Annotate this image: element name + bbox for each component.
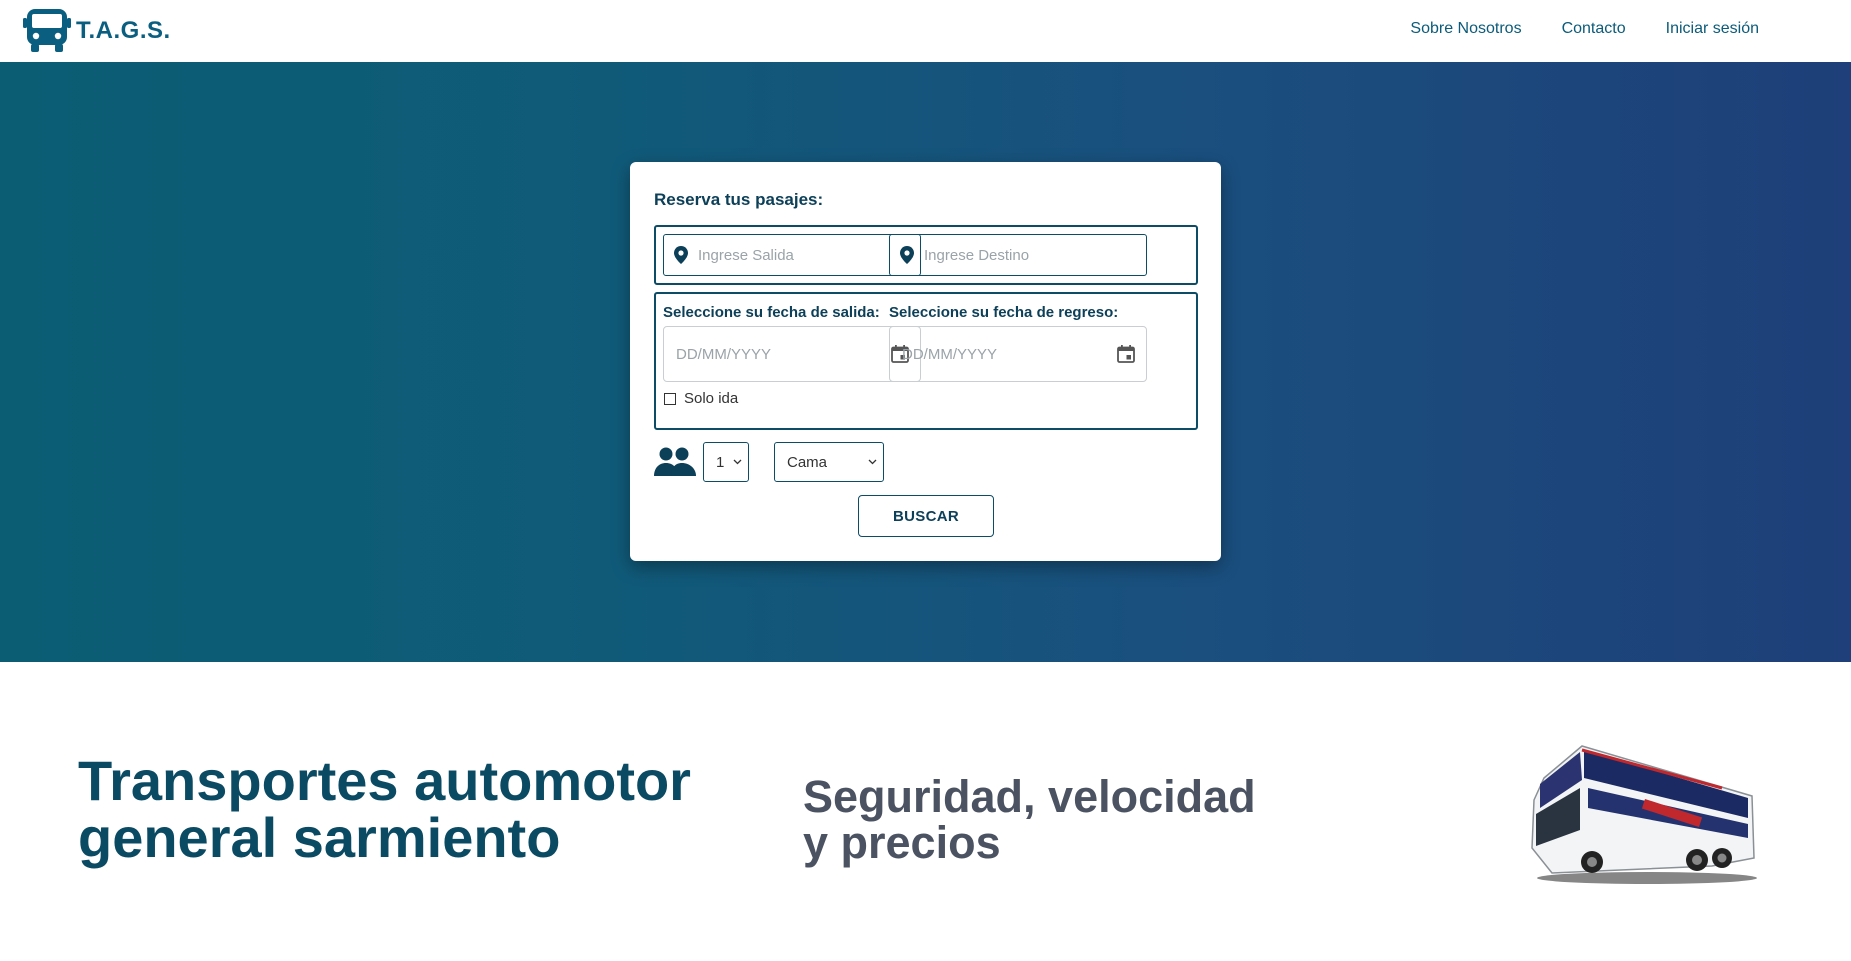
- passenger-count-select[interactable]: 1: [703, 442, 749, 482]
- return-date-input[interactable]: DD/MM/YYYY: [889, 326, 1147, 382]
- return-date-label: Seleccione su fecha de regreso:: [889, 304, 1119, 321]
- route-group: [654, 225, 1198, 285]
- brand-name: T.A.G.S.: [76, 17, 171, 44]
- page: T.A.G.S. Sobre Nosotros Contacto Iniciar…: [0, 0, 1851, 961]
- location-pin-icon: [674, 246, 688, 264]
- navbar: T.A.G.S. Sobre Nosotros Contacto Iniciar…: [0, 0, 1851, 62]
- hero-banner: Reserva tus pasajes: Ingrese Salida Ingr…: [0, 62, 1851, 662]
- chevron-down-icon: [733, 459, 742, 465]
- return-date-placeholder: DD/MM/YYYY: [902, 345, 998, 363]
- double-decker-bus-image: [1531, 745, 1757, 884]
- location-pin-icon: [900, 246, 914, 264]
- origin-input[interactable]: [698, 246, 908, 264]
- departure-date-placeholder: DD/MM/YYYY: [676, 345, 772, 363]
- destination-field[interactable]: [889, 234, 1147, 276]
- tagline-line-1: Seguridad, velocidad: [803, 771, 1256, 822]
- one-way-checkbox[interactable]: [664, 392, 676, 405]
- nav-link-sobre-nosotros[interactable]: Sobre Nosotros: [1410, 20, 1521, 38]
- company-headline: Transportes automotor general sarmiento: [78, 752, 691, 866]
- departure-date-input[interactable]: DD/MM/YYYY: [663, 326, 921, 382]
- headline-line-2: general sarmiento: [78, 806, 561, 869]
- booking-title: Reserva tus pasajes:: [654, 190, 824, 209]
- brand-logo[interactable]: T.A.G.S.: [22, 6, 171, 56]
- calendar-icon[interactable]: [1116, 344, 1136, 364]
- search-button[interactable]: BUSCAR: [858, 495, 994, 537]
- departure-date-label: Seleccione su fecha de salida:: [663, 304, 880, 321]
- nav-link-iniciar-sesion[interactable]: Iniciar sesión: [1666, 20, 1759, 38]
- nav-links: Sobre Nosotros Contacto Iniciar sesión: [1370, 20, 1759, 38]
- destination-input[interactable]: [924, 246, 1134, 264]
- booking-card: Reserva tus pasajes: Ingrese Salida Ingr…: [630, 162, 1221, 561]
- tagline-line-2: y precios: [803, 817, 1001, 868]
- tagline: Seguridad, velocidad y precios: [803, 774, 1256, 866]
- one-way-option[interactable]: Solo ida: [664, 390, 738, 407]
- bus-icon: [23, 9, 71, 52]
- nav-link-contacto[interactable]: Contacto: [1562, 20, 1626, 38]
- passenger-count-value: 1: [716, 453, 725, 471]
- origin-field[interactable]: [663, 234, 921, 276]
- seat-type-select[interactable]: Cama: [774, 442, 884, 482]
- one-way-label: Solo ida: [684, 390, 739, 407]
- users-icon: [654, 447, 696, 476]
- seat-type-value: Cama: [787, 453, 828, 471]
- dates-group: Seleccione su fecha de salida: Seleccion…: [654, 292, 1198, 430]
- headline-line-1: Transportes automotor: [78, 749, 691, 812]
- chevron-down-icon: [868, 459, 877, 465]
